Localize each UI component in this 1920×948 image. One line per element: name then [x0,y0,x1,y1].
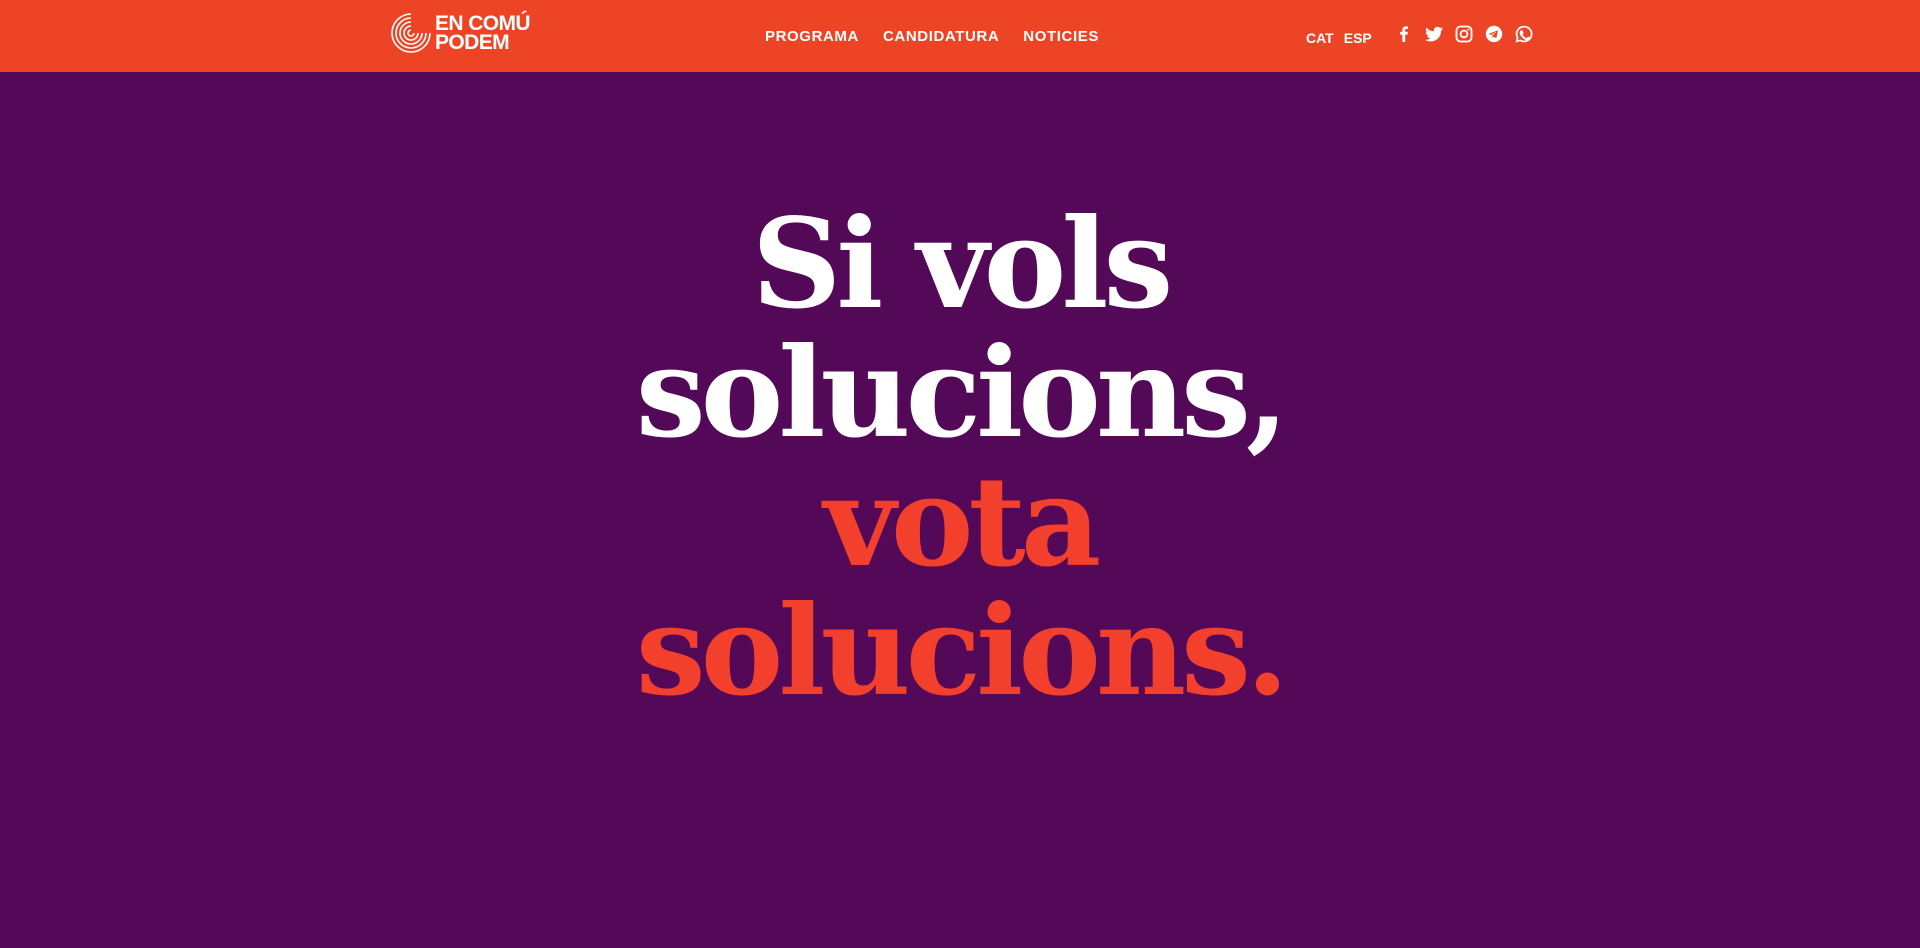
headline-line-1: Si vols [751,192,1174,337]
telegram-icon [1485,25,1503,43]
facebook-link[interactable] [1394,24,1414,44]
instagram-link[interactable] [1454,24,1474,44]
main-nav: PROGRAMA CANDIDATURA NOTICIES [765,0,1123,72]
concentric-circles-logo-icon [391,13,431,53]
twitter-icon [1425,26,1443,42]
hero-headline: Si vols solucions, vota solucions. [0,200,1920,716]
facebook-icon [1400,26,1408,42]
language-switcher: CAT ESP [1306,0,1382,72]
language-cat-link[interactable]: CAT [1306,30,1334,46]
instagram-icon [1455,25,1473,43]
social-links [1394,24,1544,44]
whatsapp-link[interactable] [1514,24,1534,44]
top-header: EN COMÚ PODEM PROGRAMA CANDIDATURA NOTIC… [0,0,1920,72]
twitter-link[interactable] [1424,24,1444,44]
brand-wordmark: EN COMÚ PODEM [435,13,531,54]
brand-line-2: PODEM [435,31,510,54]
headline-line-4: solucions. [635,579,1289,724]
headline-line-3: vota [823,450,1101,595]
whatsapp-icon [1515,25,1533,43]
nav-item-noticies[interactable]: NOTICIES [1023,28,1099,45]
site-logo-link[interactable]: EN COMÚ PODEM [389,11,531,55]
language-esp-link[interactable]: ESP [1344,30,1372,46]
telegram-link[interactable] [1484,24,1504,44]
nav-item-programa[interactable]: PROGRAMA [765,28,859,45]
nav-item-candidatura[interactable]: CANDIDATURA [883,28,999,45]
headline-line-2: solucions, [635,321,1289,466]
hero-section: Si vols solucions, vota solucions. [0,72,1920,948]
